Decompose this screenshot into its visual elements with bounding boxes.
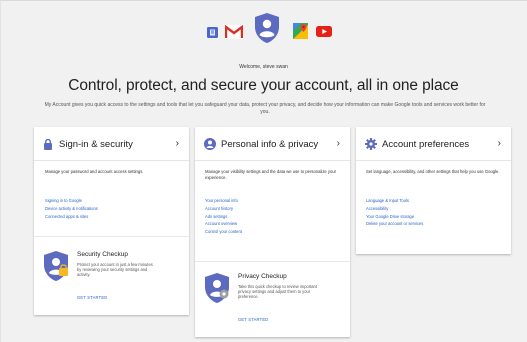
page-subhead: My Account gives you quick access to the… [44,102,486,115]
lock-icon [44,138,52,150]
signin-security-header[interactable]: Sign-in & security › [34,127,189,161]
signin-security-links: Signing in to Google Device activity & n… [45,197,98,220]
personal-privacy-header[interactable]: Personal info & privacy › [195,127,350,161]
privacy-checkup-description: Take this quick checkup to review import… [238,284,317,300]
link-language-input[interactable]: Language & Input Tools [366,197,423,205]
link-personal-info[interactable]: Your personal info [205,197,242,205]
personal-privacy-card: Personal info & privacy › Manage your vi… [195,127,350,337]
personal-privacy-links: Your personal info Account history Ads s… [205,197,242,236]
link-accessibility[interactable]: Accessibility [366,205,423,213]
card-divider [34,236,189,237]
gmail-icon[interactable] [225,25,243,39]
privacy-shield-icon [205,273,229,303]
account-preferences-links: Language & Input Tools Accessibility You… [366,197,423,228]
chevron-right-icon[interactable]: › [498,138,501,149]
link-account-history[interactable]: Account history [205,205,242,213]
personal-privacy-description: Manage your visibility settings and the … [205,169,337,180]
card-divider [195,261,350,262]
account-preferences-card: Account preferences › Set language, acce… [356,127,511,254]
maps-icon[interactable] [293,23,308,39]
account-shield-icon[interactable] [254,12,280,44]
link-delete-account[interactable]: Delete your account or services [366,220,423,228]
welcome-text: Welcome, steve swan [239,64,288,70]
app-icon-row [0,10,527,52]
signin-security-description: Manage your password and account access … [45,169,144,174]
chevron-right-icon[interactable]: › [176,138,179,149]
security-checkup-title: Security Checkup [77,251,128,258]
account-preferences-description: Set language, accessibility, and other s… [366,169,500,174]
account-preferences-title: Account preferences [382,139,470,150]
gear-icon [365,138,377,150]
security-checkup-description: Protect your account in just a few minut… [77,262,153,278]
security-get-started-button[interactable]: GET STARTED [77,295,107,300]
person-icon [204,138,216,150]
link-connected-apps[interactable]: Connected apps & sites [45,213,98,221]
security-shield-icon [44,251,68,281]
google-apps-icon[interactable] [207,27,218,38]
link-account-overview[interactable]: Account overview [205,220,242,228]
signin-security-card: Sign-in & security › Manage your passwor… [34,127,189,315]
link-control-content[interactable]: Control your content [205,228,242,236]
privacy-get-started-button[interactable]: GET STARTED [238,317,268,322]
youtube-icon[interactable] [316,26,332,37]
page-headline: Control, protect, and secure your accoun… [68,77,459,94]
account-preferences-header[interactable]: Account preferences › [356,127,511,161]
personal-privacy-title: Personal info & privacy [221,139,319,150]
privacy-checkup-title: Privacy Checkup [238,273,287,280]
link-device-activity[interactable]: Device activity & notifications [45,205,98,213]
link-signing-in[interactable]: Signing in to Google [45,197,98,205]
link-ads-settings[interactable]: Ads settings [205,213,242,221]
chevron-right-icon[interactable]: › [337,138,340,149]
link-drive-storage[interactable]: Your Google Drive storage [366,213,423,221]
signin-security-title: Sign-in & security [59,139,133,150]
